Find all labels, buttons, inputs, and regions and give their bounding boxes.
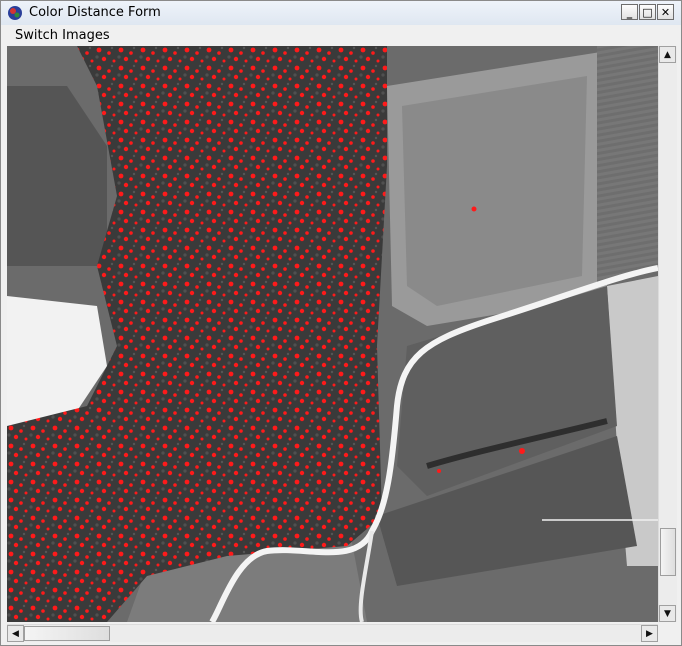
vertical-scrollbar[interactable]: ▲ ▼	[658, 46, 677, 622]
scroll-right-button[interactable]: ▶	[641, 625, 658, 642]
title-bar[interactable]: Color Distance Form _ □ ✕	[1, 1, 681, 26]
window-title: Color Distance Form	[29, 5, 161, 20]
scroll-left-button[interactable]: ◀	[7, 625, 24, 642]
menu-switch-images[interactable]: Switch Images	[9, 27, 116, 44]
horizontal-scrollbar[interactable]: ◀ ▶	[7, 624, 658, 642]
scroll-up-button[interactable]: ▲	[659, 46, 676, 63]
horizontal-scroll-thumb[interactable]	[24, 626, 110, 641]
maximize-button[interactable]: □	[639, 4, 656, 20]
aerial-image	[7, 46, 658, 622]
menu-bar: Switch Images	[1, 25, 681, 46]
globe-icon	[8, 6, 22, 20]
image-viewport[interactable]	[7, 46, 658, 622]
minimize-button[interactable]: _	[621, 4, 638, 20]
vertical-scroll-thumb[interactable]	[660, 528, 676, 576]
color-distance-window: Color Distance Form _ □ ✕ Switch Images	[0, 0, 682, 646]
close-button[interactable]: ✕	[657, 4, 674, 20]
scroll-down-button[interactable]: ▼	[659, 605, 676, 622]
resize-grip[interactable]	[658, 624, 676, 641]
